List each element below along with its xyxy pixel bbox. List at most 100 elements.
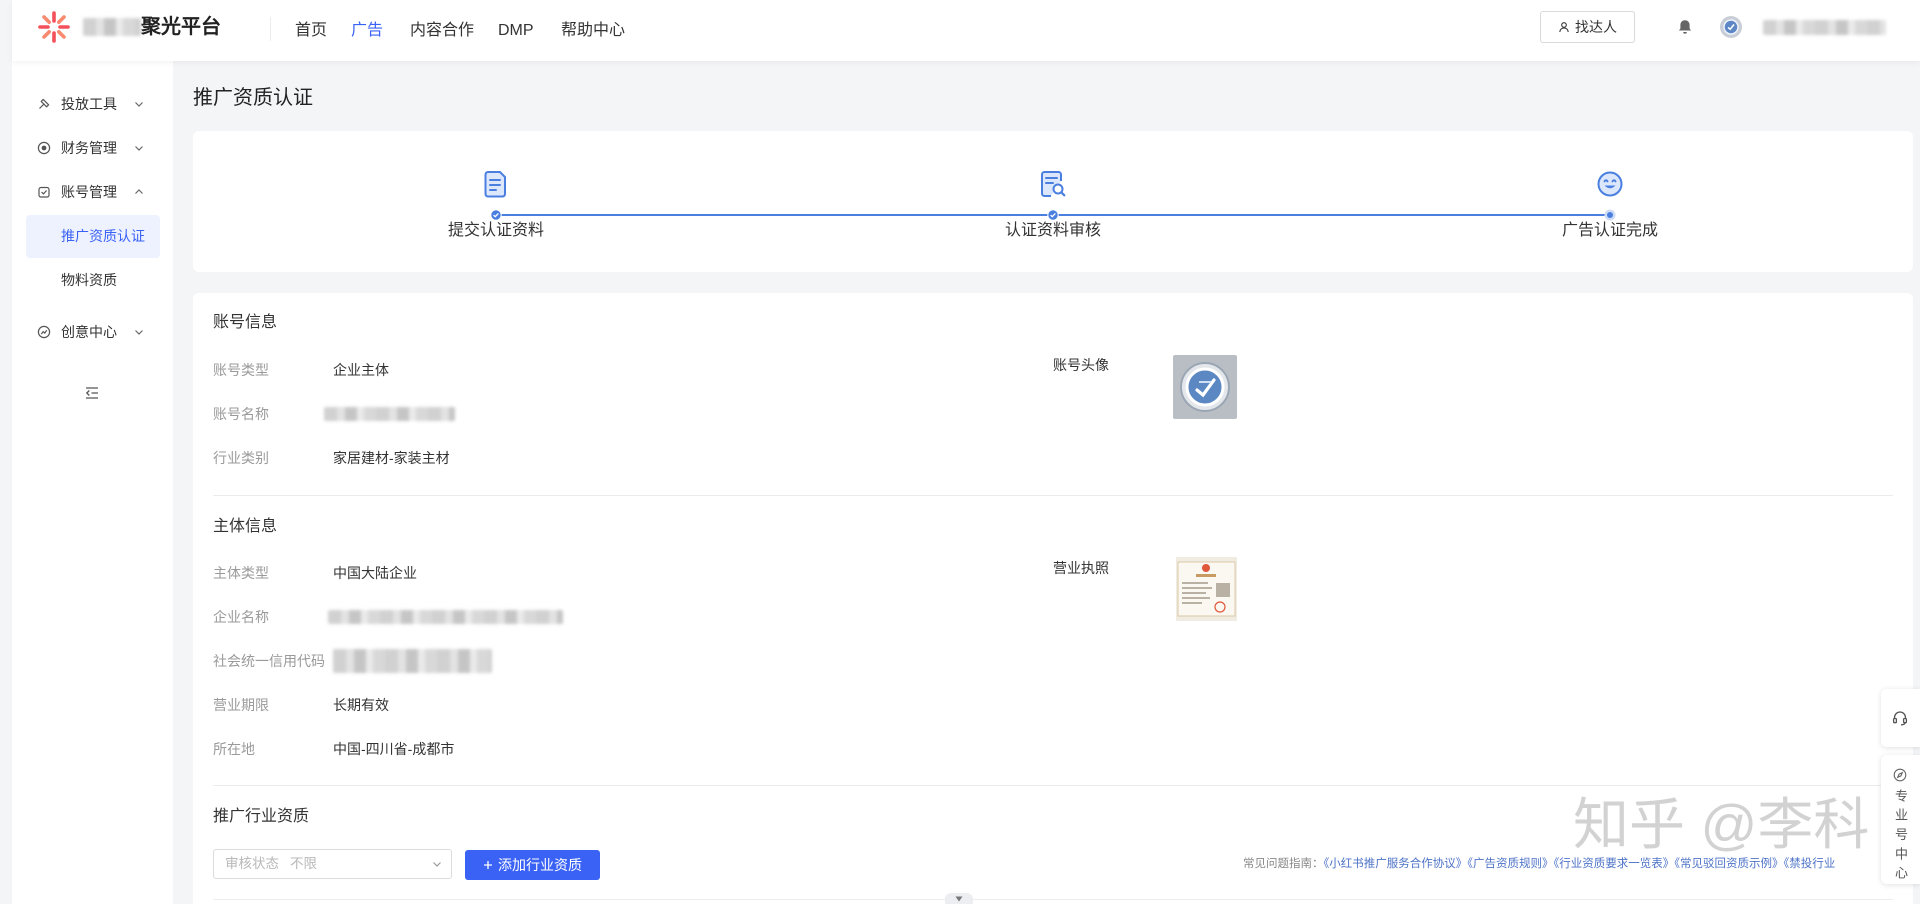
caret-down-icon	[955, 896, 963, 902]
compass-icon	[1893, 768, 1907, 782]
faq-guide-prefix: 常见问题指南：	[1243, 858, 1324, 870]
sidebar-item-account[interactable]: 账号管理	[12, 174, 173, 210]
faq-link[interactable]: 《行业资质要求一览表》	[1554, 858, 1675, 870]
qualification-detail-card: 账号信息 账号类型 企业主体 账号名称 行业类别 家居建材-家装主材 账号头像 …	[193, 293, 1913, 904]
pro-account-center-button[interactable]: 专业号中心	[1881, 755, 1920, 886]
step-label: 认证资料审核	[1004, 222, 1101, 239]
business-license-label: 营业执照	[1053, 560, 1109, 576]
faq-link[interactable]: 《禁投行业	[1784, 858, 1836, 870]
sidebar-item-delivery-tools[interactable]: 投放工具	[12, 86, 173, 122]
step-label: 广告认证完成	[1561, 222, 1658, 239]
nav-help-center[interactable]: 帮助中心	[561, 0, 625, 61]
field-label: 所在地	[213, 741, 255, 757]
header-divider	[270, 17, 271, 41]
field-label: 账号名称	[213, 406, 269, 422]
sidebar-item-label: 账号管理	[61, 184, 117, 200]
field-value: 企业主体	[333, 362, 389, 378]
find-talent-button[interactable]: 找达人	[1540, 11, 1635, 43]
avatar-icon[interactable]	[1720, 16, 1742, 38]
bell-icon[interactable]	[1676, 18, 1694, 36]
step-done-check-icon	[1047, 209, 1059, 221]
section-divider	[213, 785, 1893, 786]
sidebar-item-finance[interactable]: 财务管理	[12, 130, 173, 166]
tool-icon	[37, 97, 51, 111]
brand-name-redacted	[83, 18, 141, 36]
select-label: 审核状态	[225, 856, 279, 871]
finance-icon	[37, 141, 51, 155]
brand-logo-icon[interactable]	[37, 10, 71, 44]
certification-steps: 提交认证资料 认证资料审核 广告认证完成	[193, 131, 1913, 272]
plus-icon	[483, 860, 493, 870]
sidebar-item-label: 推广资质认证	[61, 228, 145, 244]
field-value: 中国-四川省-成都市	[333, 741, 455, 757]
sidebar-item-label: 投放工具	[61, 96, 117, 112]
creative-icon	[37, 325, 51, 339]
faq-link[interactable]: 《广告资质规则》	[1467, 858, 1553, 870]
field-label: 企业名称	[213, 609, 269, 625]
field-label: 主体类型	[213, 565, 269, 581]
sidebar-item-label: 物料资质	[61, 272, 117, 288]
step-review: 认证资料审核	[953, 131, 1153, 272]
page-title: 推广资质认证	[193, 87, 313, 109]
chevron-down-icon	[432, 859, 442, 869]
field-label: 行业类别	[213, 450, 269, 466]
chevron-down-icon	[134, 143, 144, 153]
field-value: 长期有效	[333, 697, 389, 713]
company-name-redacted	[328, 610, 563, 624]
industry-qualification-heading: 推广行业资质	[213, 808, 310, 825]
field-label: 营业期限	[213, 697, 269, 713]
nav-dmp[interactable]: DMP	[498, 0, 534, 61]
sidebar-item-label: 财务管理	[61, 140, 117, 156]
sidebar: 投放工具 财务管理 账号管理 推广资质认证 物料资质 创意中心	[12, 61, 173, 904]
step-complete: 广告认证完成	[1510, 131, 1710, 272]
review-status-select[interactable]: 审核状态 不限	[213, 849, 452, 879]
account-icon	[37, 185, 51, 199]
field-label: 账号类型	[213, 362, 269, 378]
nav-content-cooperation[interactable]: 内容合作	[410, 0, 474, 61]
business-license-image[interactable]	[1176, 557, 1237, 621]
account-info-heading: 账号信息	[213, 314, 278, 331]
user-icon	[1558, 21, 1570, 33]
step-done-check-icon	[490, 209, 502, 221]
add-button-label: 添加行业资质	[498, 857, 582, 873]
review-icon	[1037, 168, 1069, 200]
find-talent-label: 找达人	[1575, 19, 1617, 35]
smile-icon	[1594, 168, 1626, 200]
headset-icon	[1891, 709, 1909, 727]
nav-home[interactable]: 首页	[295, 0, 327, 61]
sidebar-item-material-qualification[interactable]: 物料资质	[12, 262, 173, 298]
brand-name[interactable]: 聚光平台	[141, 15, 221, 39]
account-avatar-image[interactable]	[1173, 355, 1237, 419]
entity-info-heading: 主体信息	[213, 518, 278, 535]
section-divider	[213, 495, 1893, 496]
nav-ads[interactable]: 广告	[351, 0, 383, 61]
field-label: 社会统一信用代码	[213, 653, 325, 669]
account-avatar-label: 账号头像	[1053, 357, 1109, 373]
step-current-dot-icon	[1604, 209, 1616, 221]
step-label: 提交认证资料	[447, 222, 544, 239]
faq-link[interactable]: 《小红书推广服务合作协议》	[1324, 858, 1468, 870]
user-name-redacted[interactable]	[1763, 20, 1886, 35]
chevron-down-icon	[134, 327, 144, 337]
sidebar-item-label: 创意中心	[61, 324, 117, 340]
step-submit: 提交认证资料	[396, 131, 596, 272]
field-value: 家居建材-家装主材	[333, 450, 450, 466]
table-top-border	[213, 899, 1893, 900]
chevron-down-icon	[134, 99, 144, 109]
credit-code-redacted	[333, 649, 492, 673]
expand-tab[interactable]	[945, 893, 973, 904]
chevron-up-icon	[134, 187, 144, 197]
account-name-redacted	[324, 407, 455, 421]
field-value: 中国大陆企业	[333, 565, 417, 581]
sidebar-item-creative-center[interactable]: 创意中心	[12, 314, 173, 350]
sidebar-item-promotion-qualification[interactable]: 推广资质认证	[26, 215, 160, 258]
faq-guide: 常见问题指南：《小红书推广服务合作协议》《广告资质规则》《行业资质要求一览表》《…	[1243, 856, 1880, 872]
faq-link[interactable]: 《常见驳回资质示例》	[1674, 858, 1783, 870]
add-industry-qualification-button[interactable]: 添加行业资质	[465, 850, 600, 880]
collapse-menu-icon[interactable]	[83, 384, 101, 402]
document-icon	[480, 168, 512, 200]
top-header: 聚光平台 首页 广告 内容合作 DMP 帮助中心 找达人	[12, 0, 1920, 61]
customer-service-button[interactable]	[1881, 689, 1920, 747]
select-value: 不限	[290, 856, 317, 871]
pro-center-label: 专业号中心	[1893, 789, 1908, 886]
